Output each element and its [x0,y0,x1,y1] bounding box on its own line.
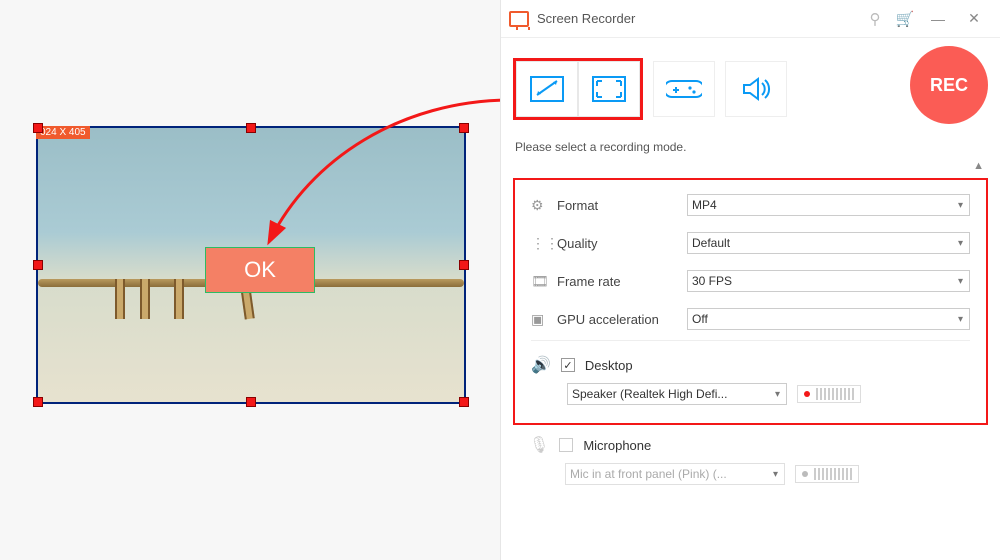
microphone-section: 🎙 Microphone Mic in at front panel (Pink… [501,425,1000,495]
fps-value: 30 FPS [692,274,732,288]
minimize-button[interactable]: — [920,11,956,27]
screen-recorder-window: Screen Recorder ⚲ 🛒 — ✕ [500,0,1000,560]
titlebar: Screen Recorder ⚲ 🛒 — ✕ [501,0,1000,38]
quality-value: Default [692,236,730,250]
mode-hint: Please select a recording mode. [501,136,1000,160]
gpu-label: GPU acceleration [557,312,687,327]
fullscreen-icon [592,76,626,102]
resize-handle[interactable] [246,397,256,407]
gpu-select[interactable]: Off [687,308,970,330]
mode-region-fullscreen-highlight [513,58,643,120]
microphone-device-select[interactable]: Mic in at front panel (Pink) (... [565,463,785,485]
mode-audio-button[interactable] [725,61,787,117]
resize-handle[interactable] [459,260,469,270]
key-icon[interactable]: ⚲ [860,10,890,28]
ok-button[interactable]: OK [205,247,315,293]
mode-fullscreen-button[interactable] [578,61,640,117]
resize-handle[interactable] [33,397,43,407]
sound-icon [740,76,772,102]
desktop-audio-checkbox[interactable]: ✓ [561,358,575,372]
format-icon: ⚙ [531,197,557,214]
microphone-label: Microphone [583,438,651,453]
settings-panel: ⚙ Format MP4 ⋮⋮ Quality Default 🎞 Frame … [513,178,988,425]
resize-handle[interactable] [459,123,469,133]
microphone-level-meter [795,465,859,483]
quality-select[interactable]: Default [687,232,970,254]
resize-handle[interactable] [33,260,43,270]
collapse-toggle[interactable]: ▲ [501,160,1000,172]
resize-handle[interactable] [246,123,256,133]
app-logo-icon [509,11,529,27]
format-label: Format [557,198,687,213]
desktop-device-value: Speaker (Realtek High Defi... [572,387,727,401]
mode-region-button[interactable] [516,61,578,117]
region-icon [530,76,564,102]
gpu-icon: ▣ [531,311,557,328]
close-button[interactable]: ✕ [956,10,992,27]
gamepad-icon [666,77,702,101]
app-title: Screen Recorder [537,11,635,26]
scene-decor [174,279,184,319]
cart-icon[interactable]: 🛒 [890,10,920,28]
speaker-icon: 🔊 [531,355,551,375]
quality-label: Quality [557,236,687,251]
fps-icon: 🎞 [531,273,557,290]
fps-select[interactable]: 30 FPS [687,270,970,292]
scene-decor [140,279,150,319]
gpu-value: Off [692,312,708,326]
desktop-level-meter [797,385,861,403]
microphone-checkbox[interactable] [559,438,573,452]
record-button[interactable]: REC [910,46,988,124]
quality-icon: ⋮⋮ [531,235,557,252]
scene-decor [115,279,125,319]
mode-game-button[interactable] [653,61,715,117]
fps-label: Frame rate [557,274,687,289]
microphone-icon: 🎙 [529,435,549,455]
record-button-label: REC [930,75,968,96]
resize-handle[interactable] [33,123,43,133]
mode-row: REC [501,38,1000,136]
resize-handle[interactable] [459,397,469,407]
format-value: MP4 [692,198,717,212]
ok-button-label: OK [244,257,276,283]
desktop-device-select[interactable]: Speaker (Realtek High Defi... [567,383,787,405]
dimensions-label: 024 X 405 [36,126,90,139]
desktop-audio-label: Desktop [585,358,633,373]
format-select[interactable]: MP4 [687,194,970,216]
microphone-device-value: Mic in at front panel (Pink) (... [570,467,727,481]
